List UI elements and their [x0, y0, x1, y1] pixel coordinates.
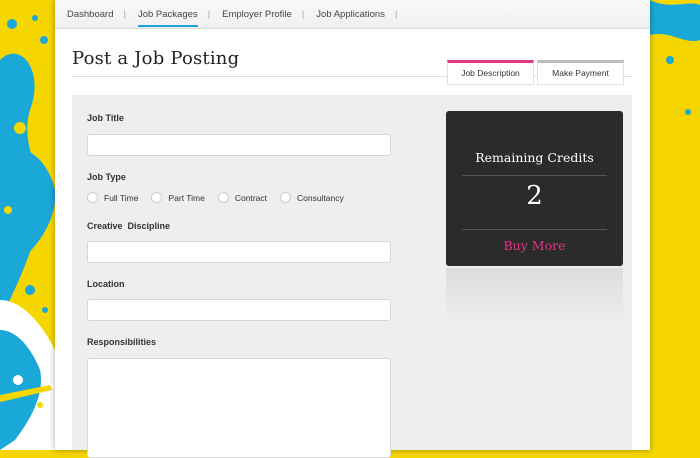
- credits-divider-top: [462, 175, 607, 176]
- page-title: Post a Job Posting: [72, 48, 240, 69]
- job-type-options: Full Time Part Time Contract Consultancy: [87, 192, 357, 203]
- nav-dashboard[interactable]: Dashboard |: [67, 0, 138, 28]
- tab-make-payment[interactable]: Make Payment: [537, 60, 624, 85]
- remaining-credits-count: 2: [526, 181, 543, 211]
- job-form: Job Title Job Type Full Time Part Time C…: [72, 95, 632, 458]
- radio-contract[interactable]: Contract: [217, 192, 267, 203]
- responsibilities-textarea[interactable]: [87, 358, 391, 458]
- location-input[interactable]: [87, 299, 391, 321]
- radio-part-time[interactable]: Part Time: [151, 192, 205, 203]
- radio-consultancy-label: Consultancy: [296, 192, 344, 203]
- credits-card-reflection: [446, 268, 623, 323]
- tab-make-payment-label: Make Payment: [552, 68, 609, 78]
- radio-circle: [151, 192, 163, 203]
- main-panel: Dashboard | Job Packages | Employer Profil…: [55, 0, 650, 458]
- radio-full-time-label: Full Time: [104, 192, 139, 203]
- radio-contract-label: Contract: [234, 192, 267, 203]
- job-title-input[interactable]: [87, 134, 391, 156]
- radio-circle: [217, 192, 229, 203]
- nav-employer-profile-label: Employer Profile: [222, 9, 292, 20]
- job-title-label: Job Title: [87, 113, 124, 123]
- credits-divider-bottom: [462, 229, 607, 230]
- buy-more-link[interactable]: Buy More: [446, 238, 623, 253]
- creative-discipline-label: Creative Discipline: [87, 221, 171, 231]
- creative-discipline-input[interactable]: [87, 241, 391, 263]
- remaining-credits-title: Remaining Credits: [475, 150, 594, 165]
- nav-job-applications[interactable]: Job Applications |: [316, 0, 409, 28]
- tab-job-description[interactable]: Job Description: [447, 60, 534, 85]
- top-navigation: Dashboard | Job Packages | Employer Profil…: [55, 0, 650, 29]
- radio-part-time-label: Part Time: [168, 192, 205, 203]
- nav-job-packages[interactable]: Job Packages |: [137, 0, 222, 28]
- tab-job-description-label: Job Description: [461, 68, 520, 78]
- radio-circle: [87, 192, 98, 203]
- remaining-credits-card: Remaining Credits 2 Buy More: [446, 111, 623, 266]
- location-label: Location: [87, 279, 125, 289]
- nav-job-packages-label: Job Packages: [137, 9, 198, 27]
- nav-employer-profile[interactable]: Employer Profile |: [222, 0, 316, 28]
- responsibilities-label: Responsibilities: [87, 337, 157, 347]
- nav-job-applications-label: Job Applications: [316, 9, 385, 20]
- nav-dashboard-label: Dashboard: [67, 9, 114, 20]
- radio-full-time[interactable]: Full Time: [87, 192, 138, 203]
- radio-circle: [279, 192, 291, 203]
- radio-consultancy[interactable]: Consultancy: [279, 192, 344, 203]
- job-type-label: Job Type: [87, 172, 126, 182]
